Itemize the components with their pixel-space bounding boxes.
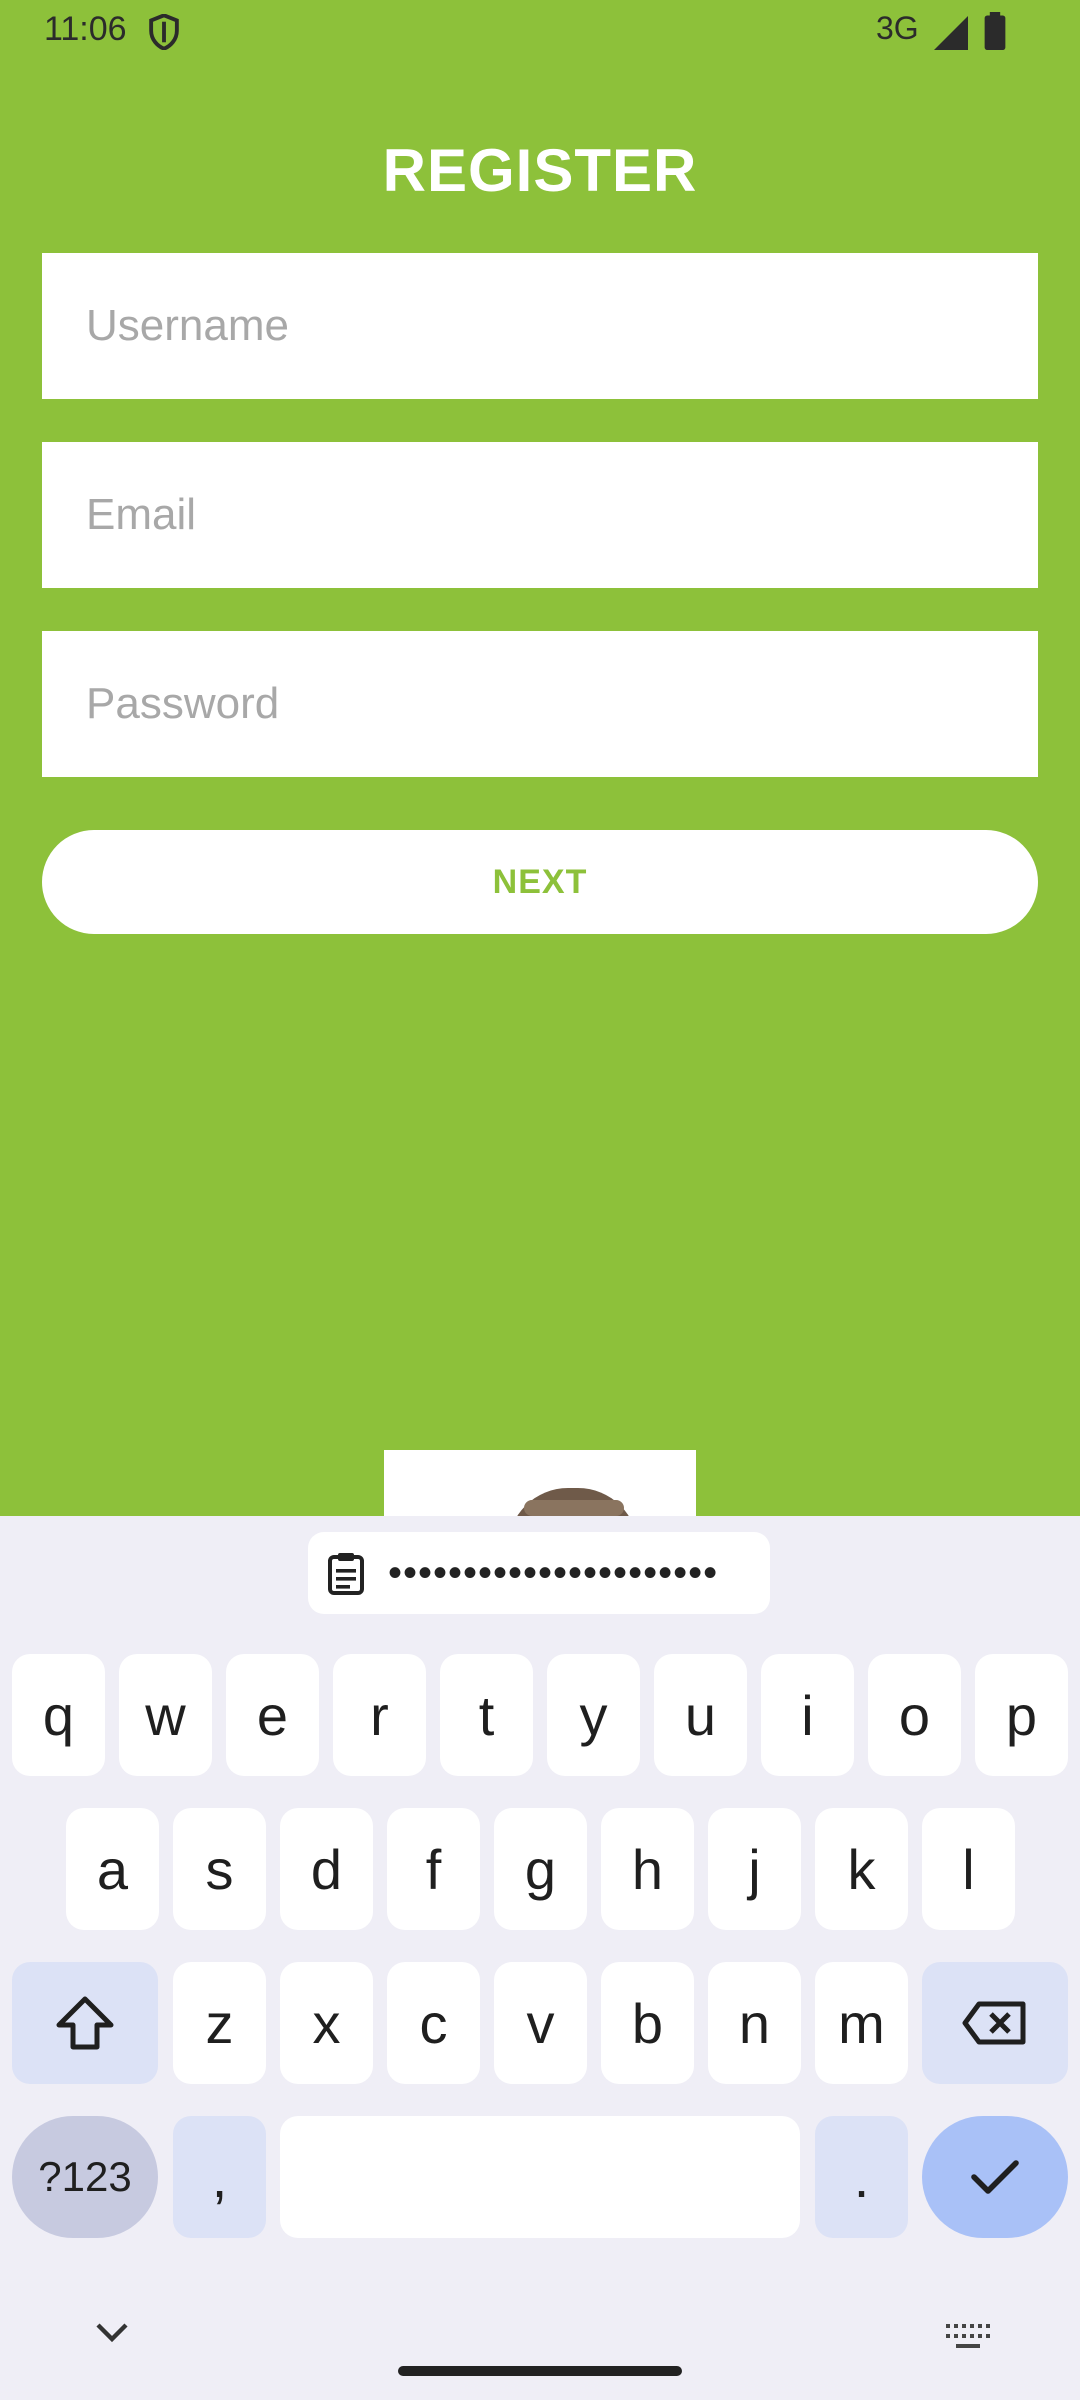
- key-j[interactable]: j: [708, 1808, 801, 1930]
- status-bar: 11:06 3G: [0, 0, 1080, 64]
- enter-key[interactable]: [922, 2116, 1068, 2238]
- key-d[interactable]: d: [280, 1808, 373, 1930]
- key-l[interactable]: l: [922, 1808, 1015, 1930]
- key-v[interactable]: v: [494, 1962, 587, 2084]
- key-h[interactable]: h: [601, 1808, 694, 1930]
- shield-icon: [149, 14, 179, 50]
- backspace-key[interactable]: [922, 1962, 1068, 2084]
- key-p[interactable]: p: [975, 1654, 1068, 1776]
- key-q[interactable]: q: [12, 1654, 105, 1776]
- symbols-key[interactable]: ?123: [12, 2116, 158, 2238]
- key-t[interactable]: t: [440, 1654, 533, 1776]
- key-k[interactable]: k: [815, 1808, 908, 1930]
- clipboard-text: ••••••••••••••••••••••: [388, 1551, 719, 1595]
- home-indicator[interactable]: [398, 2366, 682, 2376]
- key-s[interactable]: s: [173, 1808, 266, 1930]
- key-i[interactable]: i: [761, 1654, 854, 1776]
- email-field[interactable]: [42, 442, 1038, 588]
- comma-key[interactable]: ,: [173, 2116, 266, 2238]
- key-a[interactable]: a: [66, 1808, 159, 1930]
- password-input[interactable]: [84, 678, 1038, 730]
- key-y[interactable]: y: [547, 1654, 640, 1776]
- key-n[interactable]: n: [708, 1962, 801, 2084]
- space-key[interactable]: [280, 2116, 800, 2238]
- username-input[interactable]: [84, 300, 1038, 352]
- hide-keyboard-chevron-icon[interactable]: [94, 2320, 130, 2346]
- page-title: REGISTER: [382, 137, 698, 204]
- key-z[interactable]: z: [173, 1962, 266, 2084]
- key-m[interactable]: m: [815, 1962, 908, 2084]
- check-icon: [971, 2160, 1019, 2194]
- shift-icon: [56, 1996, 114, 2050]
- signal-icon: [934, 16, 968, 50]
- backspace-icon: [962, 2001, 1026, 2045]
- register-screen: 11:06 3G REGISTER NEXT: [0, 0, 1080, 2400]
- network-type: 3G: [876, 10, 919, 46]
- battery-icon: [984, 12, 1006, 50]
- key-x[interactable]: x: [280, 1962, 373, 2084]
- key-r[interactable]: r: [333, 1654, 426, 1776]
- clipboard-suggestion[interactable]: ••••••••••••••••••••••: [308, 1532, 770, 1614]
- key-w[interactable]: w: [119, 1654, 212, 1776]
- next-button[interactable]: NEXT: [42, 830, 1038, 934]
- shift-key[interactable]: [12, 1962, 158, 2084]
- key-o[interactable]: o: [868, 1654, 961, 1776]
- mascot-brow: [524, 1500, 624, 1516]
- key-c[interactable]: c: [387, 1962, 480, 2084]
- status-time: 11:06: [44, 10, 127, 48]
- password-field[interactable]: [42, 631, 1038, 777]
- keyboard-switch-icon[interactable]: [946, 2324, 990, 2350]
- username-field[interactable]: [42, 253, 1038, 399]
- email-input[interactable]: [84, 489, 1038, 541]
- key-f[interactable]: f: [387, 1808, 480, 1930]
- period-key[interactable]: .: [815, 2116, 908, 2238]
- clipboard-icon: [328, 1553, 364, 1595]
- on-screen-keyboard: •••••••••••••••••••••• q w e r t y u i o…: [0, 1516, 1080, 2400]
- key-b[interactable]: b: [601, 1962, 694, 2084]
- key-g[interactable]: g: [494, 1808, 587, 1930]
- key-u[interactable]: u: [654, 1654, 747, 1776]
- key-e[interactable]: e: [226, 1654, 319, 1776]
